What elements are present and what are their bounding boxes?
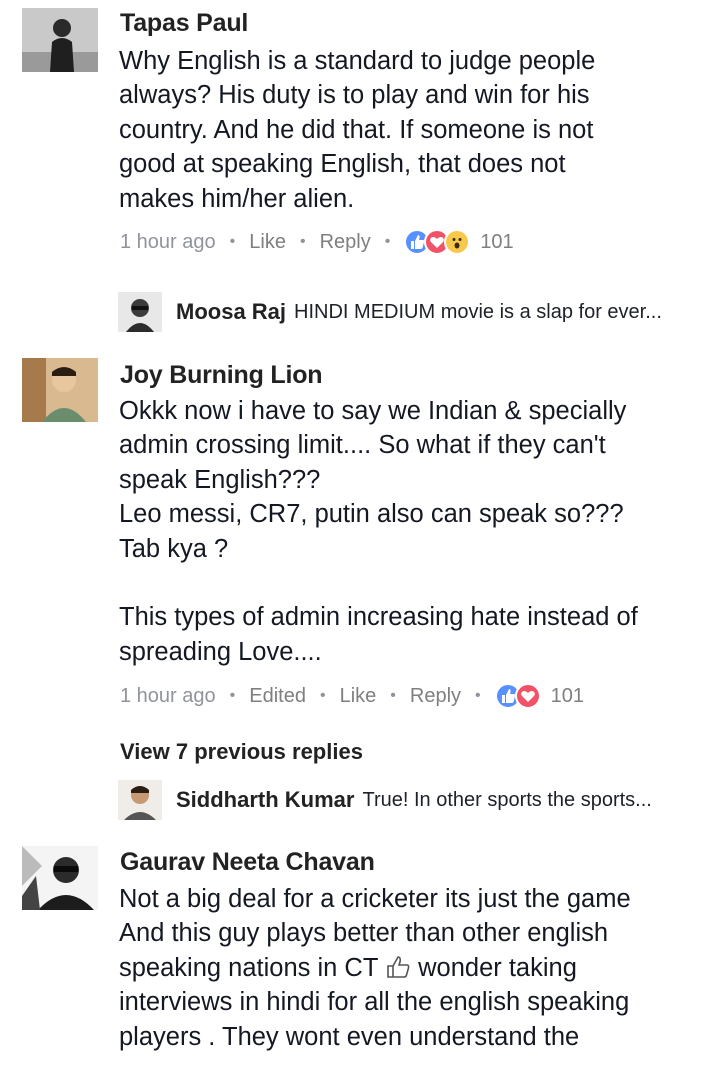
separator-dot: •	[475, 687, 481, 704]
comment-line: players . They wont even understand the	[119, 1022, 580, 1051]
comment-line: spreading Love....	[119, 637, 322, 666]
comment-line: This types of admin increasing hate inst…	[119, 603, 638, 632]
separator-dot: •	[384, 233, 391, 250]
comment-text: wonder taking	[418, 953, 577, 982]
reply-author[interactable]: Siddharth Kumar	[176, 787, 354, 813]
comment-line: And this guy plays better than other eng…	[119, 919, 609, 948]
separator-dot: •	[390, 687, 396, 704]
avatar[interactable]	[22, 358, 98, 422]
avatar[interactable]	[22, 846, 98, 910]
like-button[interactable]: Like	[340, 685, 377, 708]
comment-author[interactable]: Gaurav Neeta Chavan	[120, 848, 375, 877]
comment-body: Not a big deal for a cricketer its just …	[119, 882, 709, 1054]
comment-line: country. And he did that. If someone is …	[119, 115, 594, 144]
view-previous-replies-link[interactable]: View 7 previous replies	[120, 739, 363, 765]
comment-line: speaking nations in CT wonder taking	[119, 951, 709, 985]
comment-meta: 1 hour ago • Like • Reply • 101	[120, 229, 514, 255]
comment-line: Leo messi, CR7, putin also can speak so?…	[119, 500, 624, 529]
reaction-count: 101	[550, 684, 585, 707]
separator-dot: •	[229, 233, 236, 250]
wow-icon	[444, 229, 471, 255]
reply-snippet: HINDI MEDIUM movie is a slap for ever...	[294, 300, 662, 323]
timestamp: 1 hour ago	[120, 230, 216, 253]
comment-author[interactable]: Tapas Paul	[120, 9, 248, 38]
avatar[interactable]	[118, 780, 162, 820]
reaction-count: 101	[480, 230, 514, 253]
reply-button[interactable]: Reply	[410, 685, 461, 708]
like-button[interactable]: Like	[249, 231, 286, 254]
reply-button[interactable]: Reply	[320, 231, 371, 254]
comment-line: Why English is a standard to judge peopl…	[119, 47, 596, 75]
separator-dot: •	[319, 687, 326, 704]
reactions-summary[interactable]: 101	[494, 683, 585, 709]
avatar[interactable]	[118, 292, 162, 332]
edited-label[interactable]: Edited	[249, 685, 306, 708]
comment-author[interactable]: Joy Burning Lion	[120, 361, 323, 390]
reply-snippet: True! In other sports the sports...	[362, 788, 652, 811]
comment-line: Okkk now i have to say we Indian & speci…	[119, 397, 627, 425]
comment-body: Why English is a standard to judge peopl…	[119, 44, 709, 216]
reply-preview[interactable]: Moosa Raj HINDI MEDIUM movie is a slap f…	[118, 292, 662, 332]
comment-line: always? His duty is to play and win for …	[119, 81, 590, 110]
avatar[interactable]	[22, 8, 98, 72]
reactions-summary[interactable]: 101	[404, 229, 514, 255]
comment-text: speaking nations in CT	[119, 953, 378, 982]
comment-line: good at speaking English, that does not	[119, 150, 566, 179]
comment-meta: 1 hour ago • Edited • Like • Reply • 101	[120, 683, 584, 709]
thumbs-up-outline-icon	[385, 954, 411, 980]
reply-preview[interactable]: Siddharth Kumar True! In other sports th…	[118, 780, 652, 820]
comment-line: Not a big deal for a cricketer its just …	[119, 885, 631, 913]
comment-body: Okkk now i have to say we Indian & speci…	[119, 394, 709, 669]
separator-dot: •	[299, 233, 306, 250]
timestamp: 1 hour ago	[120, 684, 216, 707]
comment-line: Tab kya ?	[119, 534, 229, 563]
comment-line: interviews in hindi for all the english …	[119, 988, 630, 1017]
comment-line: admin crossing limit.... So what if they…	[119, 431, 606, 460]
separator-dot: •	[229, 687, 236, 704]
comment-line: makes him/her alien.	[119, 184, 355, 213]
reply-author[interactable]: Moosa Raj	[176, 299, 286, 325]
comment-line: speak English???	[119, 465, 321, 494]
love-icon	[514, 683, 541, 709]
